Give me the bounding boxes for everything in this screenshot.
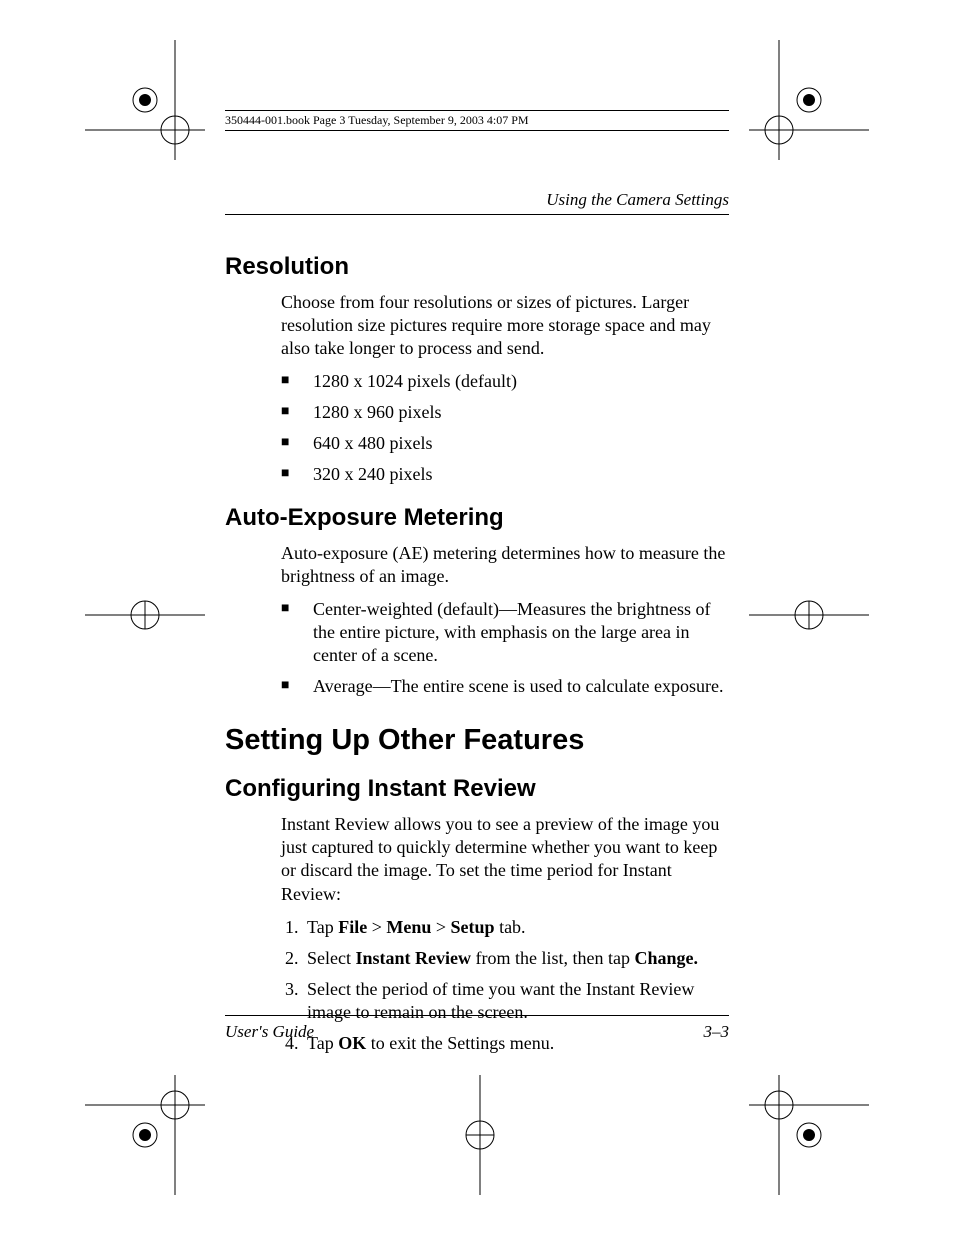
- footer-left: User's Guide: [225, 1022, 314, 1042]
- list-item: Average—The entire scene is used to calc…: [281, 675, 729, 698]
- instant-intro: Instant Review allows you to see a previ…: [281, 813, 729, 905]
- resolution-list: 1280 x 1024 pixels (default) 1280 x 960 …: [281, 370, 729, 486]
- running-head: Using the Camera Settings: [225, 190, 729, 215]
- ae-intro: Auto-exposure (AE) metering determines h…: [281, 542, 729, 588]
- list-item: 640 x 480 pixels: [281, 432, 729, 455]
- list-item: 1280 x 960 pixels: [281, 401, 729, 424]
- resolution-intro: Choose from four resolutions or sizes of…: [281, 291, 729, 360]
- step-item: Select Instant Review from the list, the…: [303, 947, 729, 970]
- list-item: 1280 x 1024 pixels (default): [281, 370, 729, 393]
- heading-resolution: Resolution: [225, 253, 729, 281]
- crop-mark-icon: [85, 1075, 205, 1195]
- crop-mark-icon: [749, 40, 869, 160]
- page: 350444-001.book Page 3 Tuesday, Septembe…: [0, 0, 954, 1235]
- ae-list: Center-weighted (default)—Measures the b…: [281, 598, 729, 698]
- crop-mark-icon: [749, 1075, 869, 1195]
- crop-mark-icon: [85, 40, 205, 160]
- list-item: 320 x 240 pixels: [281, 463, 729, 486]
- step-item: Tap File > Menu > Setup tab.: [303, 916, 729, 939]
- crop-mark-icon: [85, 555, 205, 675]
- content-area: Using the Camera Settings Resolution Cho…: [225, 190, 729, 1063]
- book-meta-line: 350444-001.book Page 3 Tuesday, Septembe…: [225, 110, 729, 131]
- footer-right: 3–3: [704, 1022, 730, 1042]
- page-footer: User's Guide 3–3: [225, 1015, 729, 1042]
- heading-ae: Auto-Exposure Metering: [225, 504, 729, 532]
- list-item: Center-weighted (default)—Measures the b…: [281, 598, 729, 667]
- ae-body: Auto-exposure (AE) metering determines h…: [281, 542, 729, 698]
- resolution-body: Choose from four resolutions or sizes of…: [281, 291, 729, 486]
- heading-instant-review: Configuring Instant Review: [225, 775, 729, 803]
- heading-other-features: Setting Up Other Features: [225, 724, 729, 757]
- crop-mark-icon: [420, 1075, 540, 1195]
- crop-mark-icon: [749, 555, 869, 675]
